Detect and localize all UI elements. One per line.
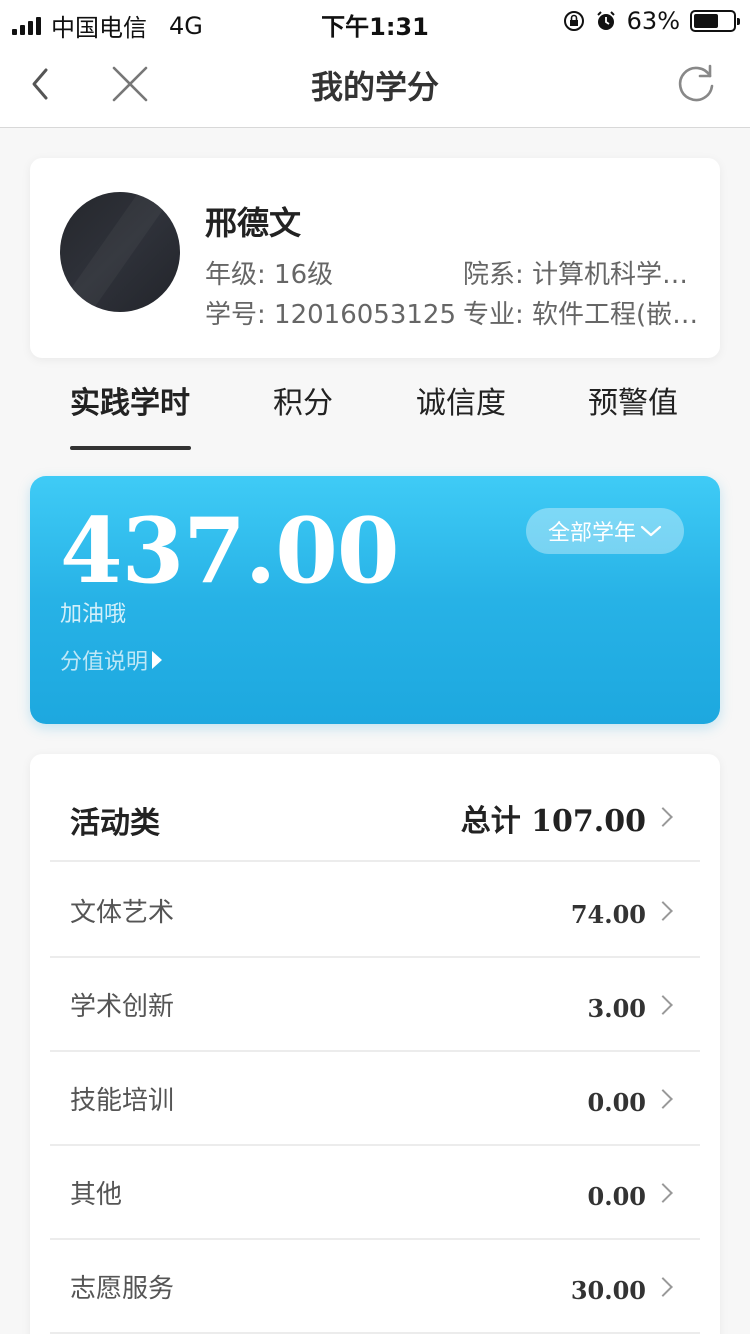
list-item[interactable]: 技能培训 0.00 [50,1052,700,1146]
score-explain-link[interactable]: 分值说明 [60,644,163,676]
activity-list: 文体艺术 74.00 学术创新 3.00 技能培训 0.00 其他 0.00 志… [50,864,700,1334]
info-row-1: 年级: 16级 院系: 计算机科学与技术学院 [205,254,713,291]
item-label: 技能培训 [70,1086,175,1116]
chevron-right-icon [653,1277,673,1297]
chevron-right-icon [653,1183,673,1203]
score-explain-label: 分值说明 [60,650,149,675]
year-filter-label: 全部学年 [547,521,636,546]
student-id-label: 学号: 12016053125 [205,300,456,330]
nav-bar: 我的学分 [0,40,750,128]
tab-practice-hours[interactable]: 实践学时 [70,378,190,422]
score-value: 437.00 [60,498,399,604]
item-label: 其他 [70,1180,123,1210]
tab-bar: 实践学时 积分 诚信度 预警值 [0,378,750,450]
item-label: 学术创新 [70,992,175,1022]
activity-total: 总计 107.00 [461,796,646,840]
battery-icon [690,10,740,32]
item-value: 30.00 [570,1276,646,1305]
tab-points[interactable]: 积分 [273,378,333,422]
total-value: 107.00 [531,804,646,839]
student-name: 邢德文 [205,204,302,242]
activity-header[interactable]: 活动类 总计 107.00 [50,772,700,862]
activity-card: 活动类 总计 107.00 文体艺术 74.00 学术创新 3.00 技能培训 … [30,754,720,1334]
score-card: 437.00 加油哦 分值说明 全部学年 [30,476,720,724]
year-filter-dropdown[interactable]: 全部学年 [526,508,684,554]
caret-right-icon [152,651,163,669]
page-title: 我的学分 [310,68,439,106]
list-item[interactable]: 志愿服务 30.00 [50,1240,700,1334]
chevron-down-icon [640,525,662,537]
item-value: 74.00 [570,900,646,929]
total-label: 总计 [460,804,521,839]
item-value: 0.00 [587,1088,646,1117]
tab-warning-value[interactable]: 预警值 [588,378,678,422]
item-label: 文体艺术 [70,898,175,928]
battery-percent: 63% [626,7,680,35]
chevron-right-icon [653,1089,673,1109]
status-bar: 中国电信 4G 下午1:31 63% [0,0,750,42]
profile-card: 邢德文 年级: 16级 院系: 计算机科学与技术学院 学号: 120160531… [30,158,720,358]
grade-label: 年级: 16级 [205,260,334,290]
list-item[interactable]: 其他 0.00 [50,1146,700,1240]
item-label: 志愿服务 [70,1274,175,1304]
item-value: 0.00 [587,1182,646,1211]
alarm-icon [596,11,615,30]
info-row-2: 学号: 12016053125 专业: 软件工程(嵌入式) [205,294,713,331]
chevron-right-icon [653,901,673,921]
chevron-right-icon [653,995,673,1015]
chevron-right-icon [653,807,673,827]
status-right: 63% [563,7,740,35]
orientation-lock-icon [563,11,584,31]
refresh-icon[interactable] [674,62,718,106]
list-item[interactable]: 文体艺术 74.00 [50,864,700,958]
avatar [60,192,180,312]
battery-fill [694,14,718,28]
department-label: 院系: 计算机科学与技术学院 [463,260,713,290]
list-item[interactable]: 学术创新 3.00 [50,958,700,1052]
score-subtitle: 加油哦 [60,602,127,627]
active-tab-indicator [70,446,191,450]
item-value: 3.00 [587,994,646,1023]
activity-title: 活动类 [70,806,160,841]
tab-integrity[interactable]: 诚信度 [416,378,506,422]
major-label: 专业: 软件工程(嵌入式) [463,300,713,330]
